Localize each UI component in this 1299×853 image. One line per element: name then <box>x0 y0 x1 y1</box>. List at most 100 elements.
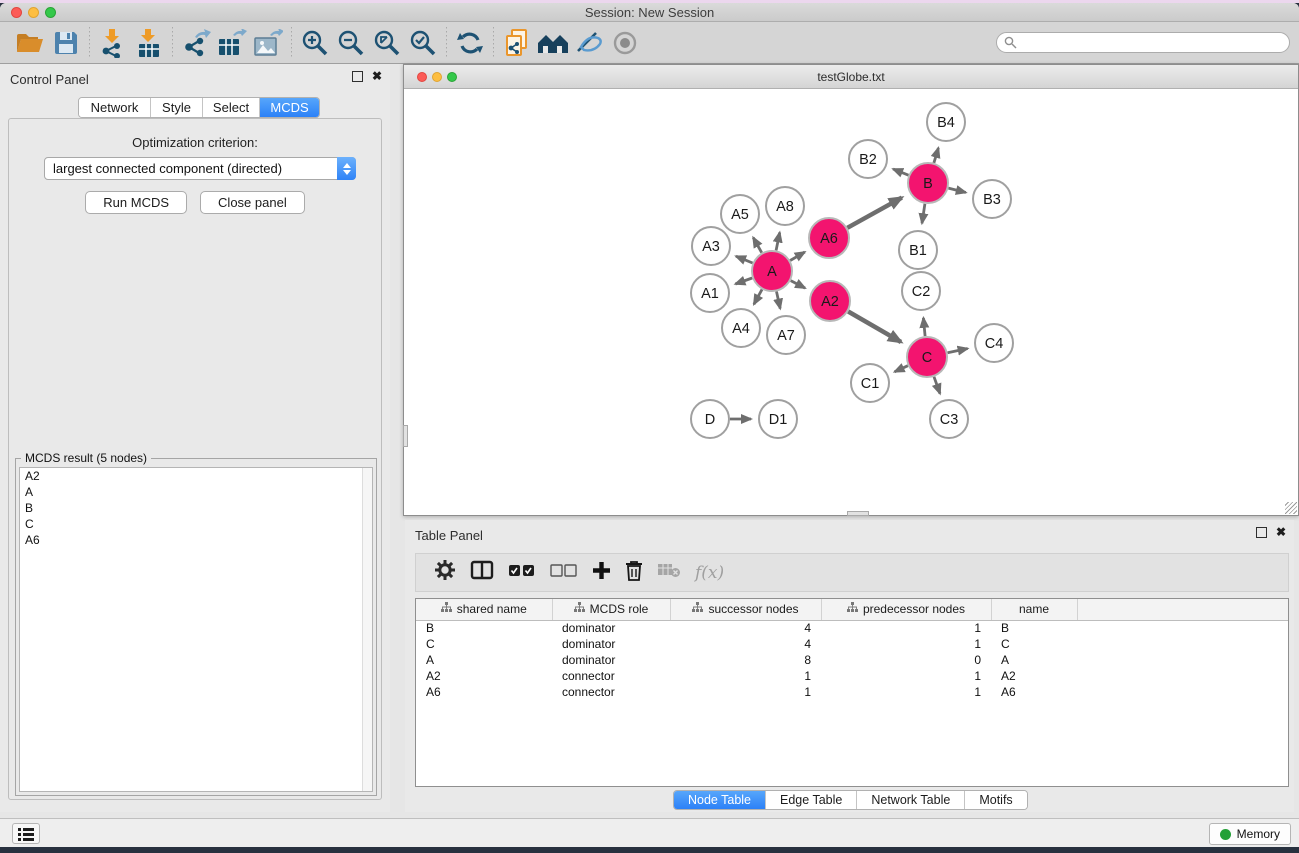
zoom-selected-icon[interactable] <box>405 26 441 60</box>
graph-node-B2[interactable]: B2 <box>849 140 887 178</box>
show-columns-icon[interactable] <box>470 560 494 585</box>
tab-edge-table[interactable]: Edge Table <box>766 791 857 809</box>
result-list-scrollbar[interactable] <box>362 468 372 791</box>
graph-node-A6[interactable]: A6 <box>809 218 849 258</box>
node-table[interactable]: shared nameMCDS rolesuccessor nodesprede… <box>415 598 1289 787</box>
graph-node-A8[interactable]: A8 <box>766 187 804 225</box>
graph-edge-C-C1[interactable] <box>895 366 908 372</box>
table-cell[interactable]: dominator <box>552 636 670 652</box>
graph-node-C1[interactable]: C1 <box>851 364 889 402</box>
network-graph[interactable]: B4B2BB3A5A8A6A3B1AA1C2A2A4A7C4CC1C3DD1 <box>404 89 1298 515</box>
zoom-out-icon[interactable] <box>333 26 369 60</box>
mcds-result-item[interactable]: C <box>20 516 372 532</box>
delete-column-icon[interactable] <box>625 560 643 586</box>
float-table-panel-icon[interactable] <box>1256 527 1267 538</box>
float-panel-icon[interactable] <box>352 71 363 82</box>
hide-graphics-details-icon[interactable] <box>571 26 607 60</box>
table-row[interactable]: Adominator80A <box>416 652 1289 668</box>
tab-node-table[interactable]: Node Table <box>674 791 766 809</box>
graph-node-C4[interactable]: C4 <box>975 324 1013 362</box>
optimization-criterion-dropdown[interactable]: largest connected component (directed) <box>44 157 356 180</box>
export-image-icon[interactable] <box>250 26 286 60</box>
column-header-successor-nodes[interactable]: successor nodes <box>670 599 821 620</box>
table-row[interactable]: Cdominator41C <box>416 636 1289 652</box>
graph-edge-A-A6[interactable] <box>790 252 805 261</box>
graph-edge-B-B4[interactable] <box>934 148 939 163</box>
refresh-icon[interactable] <box>452 26 488 60</box>
table-cell[interactable]: 1 <box>821 684 991 700</box>
unselect-all-columns-icon[interactable] <box>550 564 578 582</box>
graph-node-B[interactable]: B <box>908 163 948 203</box>
zoom-fit-icon[interactable] <box>369 26 405 60</box>
tab-network[interactable]: Network <box>79 98 151 117</box>
import-table-icon[interactable] <box>131 26 167 60</box>
graph-edge-A-A8[interactable] <box>776 233 780 251</box>
graph-node-A4[interactable]: A4 <box>722 309 760 347</box>
run-mcds-button[interactable]: Run MCDS <box>85 191 187 214</box>
close-window-button[interactable] <box>11 7 22 18</box>
tab-style[interactable]: Style <box>151 98 203 117</box>
graph-node-B1[interactable]: B1 <box>899 231 937 269</box>
table-cell[interactable]: 1 <box>670 668 821 684</box>
mcds-result-item[interactable]: B <box>20 500 372 516</box>
frame-resize-grip-corner[interactable] <box>1285 502 1297 514</box>
table-cell[interactable]: C <box>991 636 1077 652</box>
mcds-result-list[interactable]: A2ABCA6 <box>19 467 373 792</box>
graph-node-A5[interactable]: A5 <box>721 195 759 233</box>
graph-node-C3[interactable]: C3 <box>930 400 968 438</box>
show-graphics-details-icon[interactable] <box>607 26 643 60</box>
table-row[interactable]: A2connector11A2 <box>416 668 1289 684</box>
table-cell[interactable]: 4 <box>670 620 821 636</box>
close-panel-button[interactable]: Close panel <box>200 191 305 214</box>
home-icon[interactable] <box>535 26 571 60</box>
table-cell[interactable]: dominator <box>552 652 670 668</box>
table-cell[interactable]: 1 <box>821 636 991 652</box>
export-table-icon[interactable] <box>214 26 250 60</box>
network-minimize-button[interactable] <box>432 72 442 82</box>
graph-node-D1[interactable]: D1 <box>759 400 797 438</box>
task-history-button[interactable] <box>12 823 40 844</box>
graph-edge-B-B3[interactable] <box>948 188 965 192</box>
tab-select[interactable]: Select <box>203 98 260 117</box>
graph-node-A1[interactable]: A1 <box>691 274 729 312</box>
graph-edge-B-B2[interactable] <box>893 169 908 175</box>
graph-node-B4[interactable]: B4 <box>927 103 965 141</box>
graph-edge-A-A2[interactable] <box>791 281 805 289</box>
select-all-columns-icon[interactable] <box>508 564 536 582</box>
column-header-name[interactable]: name <box>991 599 1077 620</box>
graph-edge-A-A4[interactable] <box>754 289 762 304</box>
graph-node-A7[interactable]: A7 <box>767 316 805 354</box>
table-cell[interactable]: A <box>416 652 552 668</box>
network-from-selection-icon[interactable] <box>499 26 535 60</box>
create-column-icon[interactable] <box>592 561 611 585</box>
table-cell[interactable]: 8 <box>670 652 821 668</box>
search-field[interactable] <box>996 32 1290 53</box>
table-settings-gear-icon[interactable] <box>434 559 456 586</box>
graph-edge-B-B1[interactable] <box>922 204 925 224</box>
graph-node-B3[interactable]: B3 <box>973 180 1011 218</box>
network-window-titlebar[interactable]: testGlobe.txt <box>404 65 1298 89</box>
close-table-panel-icon[interactable]: ✖ <box>1276 527 1286 538</box>
tab-motifs[interactable]: Motifs <box>965 791 1026 809</box>
network-close-button[interactable] <box>417 72 427 82</box>
search-input[interactable] <box>1017 36 1289 50</box>
graph-node-D[interactable]: D <box>691 400 729 438</box>
table-cell[interactable]: B <box>416 620 552 636</box>
table-cell[interactable]: A <box>991 652 1077 668</box>
graph-edge-C-C4[interactable] <box>948 349 968 353</box>
graph-edge-C-C2[interactable] <box>923 318 925 336</box>
mcds-result-item[interactable]: A <box>20 484 372 500</box>
graph-edge-A-A1[interactable] <box>735 278 752 284</box>
mcds-result-item[interactable]: A2 <box>20 468 372 484</box>
table-cell[interactable]: A2 <box>416 668 552 684</box>
table-cell[interactable]: 1 <box>821 620 991 636</box>
table-row[interactable]: A6connector11A6 <box>416 684 1289 700</box>
column-header-predecessor-nodes[interactable]: predecessor nodes <box>821 599 991 620</box>
column-header-MCDS-role[interactable]: MCDS role <box>552 599 670 620</box>
table-cell[interactable]: dominator <box>552 620 670 636</box>
network-canvas[interactable]: B4B2BB3A5A8A6A3B1AA1C2A2A4A7C4CC1C3DD1 <box>404 89 1298 515</box>
table-cell[interactable]: 1 <box>670 684 821 700</box>
open-session-icon[interactable] <box>12 26 48 60</box>
export-network-icon[interactable] <box>178 26 214 60</box>
table-cell[interactable]: connector <box>552 668 670 684</box>
